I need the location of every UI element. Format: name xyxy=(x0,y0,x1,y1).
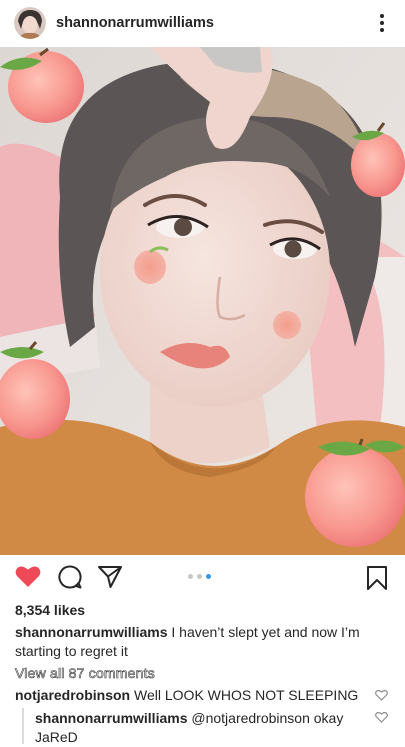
more-options-button[interactable] xyxy=(371,10,393,36)
likes-count[interactable]: 8,354 likes xyxy=(15,602,85,618)
avatar[interactable] xyxy=(14,7,46,39)
comment-reply-item: shannonarrumwilliams @notjaredrobinson o… xyxy=(35,709,355,747)
comment-icon xyxy=(58,565,82,589)
post-photo[interactable] xyxy=(0,47,405,555)
comment-username[interactable]: notjaredrobinson xyxy=(15,687,130,703)
carousel-indicator xyxy=(188,574,211,579)
share-button[interactable] xyxy=(97,564,123,595)
like-button[interactable] xyxy=(15,564,41,593)
heart-outline-icon xyxy=(375,689,388,701)
heart-outline-icon xyxy=(375,711,388,723)
reply-thread-line xyxy=(22,708,24,744)
heart-filled-icon xyxy=(15,566,41,587)
comment-button[interactable] xyxy=(57,564,83,595)
post-username[interactable]: shannonarrumwilliams xyxy=(56,15,214,31)
carousel-dot xyxy=(188,574,193,579)
post-header: shannonarrumwilliams xyxy=(0,0,405,46)
comment-like-button[interactable] xyxy=(375,688,388,706)
more-vertical-icon xyxy=(380,14,384,18)
post-caption: shannonarrumwilliams I haven’t slept yet… xyxy=(15,623,390,661)
comment-username[interactable]: shannonarrumwilliams xyxy=(35,710,187,726)
view-all-comments-link[interactable]: View all 87 comments xyxy=(15,665,155,682)
comment-item: notjaredrobinson Well LOOK WHOS NOT SLEE… xyxy=(15,686,360,705)
comment-like-button[interactable] xyxy=(375,710,388,728)
save-button[interactable] xyxy=(366,565,388,596)
comment-text: Well LOOK WHOS NOT SLEEPING xyxy=(134,687,359,703)
direct-share-icon xyxy=(98,566,122,588)
caption-username[interactable]: shannonarrumwilliams xyxy=(15,624,167,640)
action-bar xyxy=(0,560,405,596)
bookmark-icon xyxy=(367,566,387,590)
carousel-dot xyxy=(197,574,202,579)
carousel-dot-active xyxy=(206,574,211,579)
